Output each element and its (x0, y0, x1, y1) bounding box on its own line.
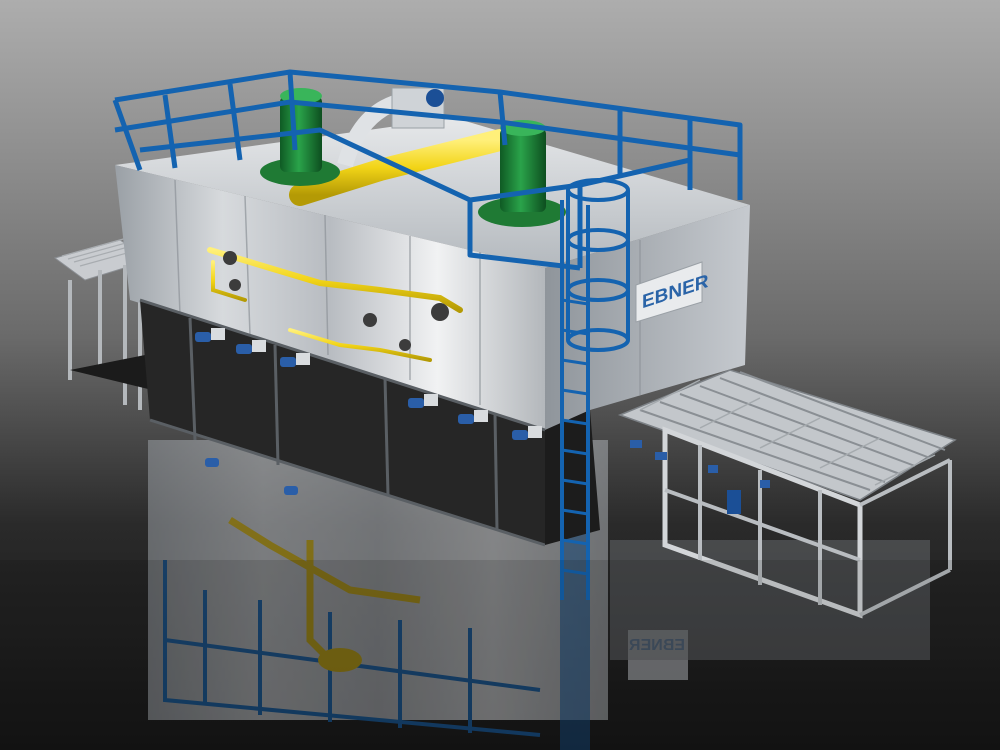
floor-gradient (0, 560, 1000, 750)
furnace-scene: EBNER (0, 0, 1000, 750)
